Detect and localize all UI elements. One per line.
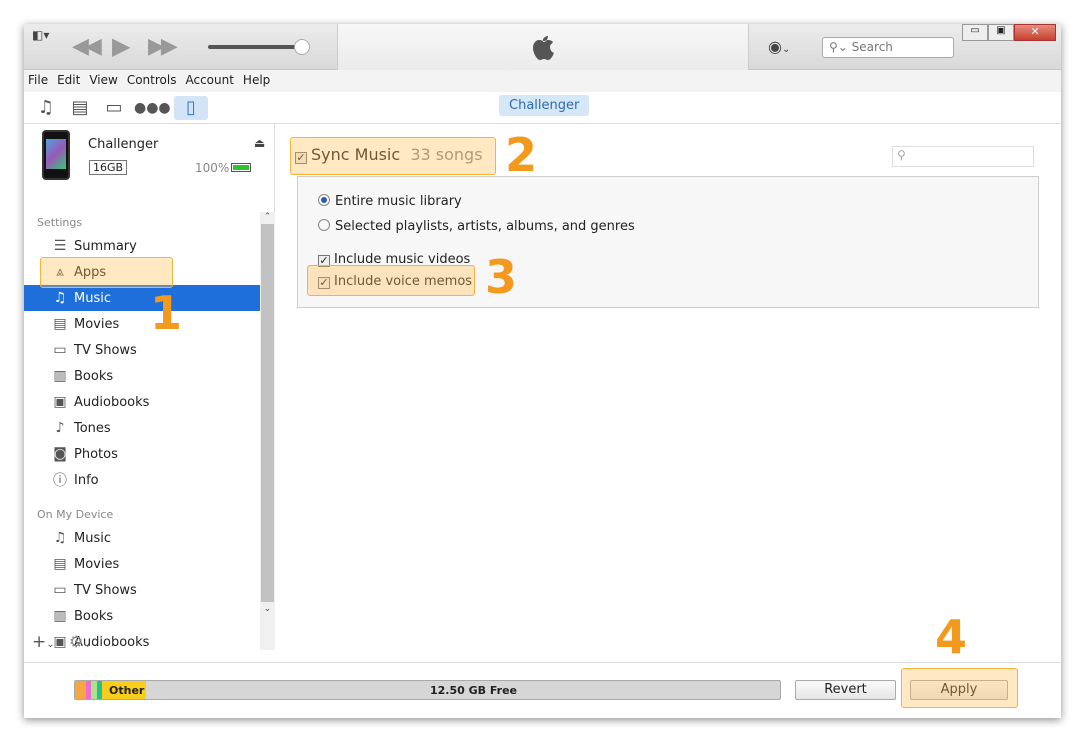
music-icon: ♫: [53, 530, 67, 546]
status-display: [337, 24, 749, 70]
search-icon: ⚲⌄: [829, 40, 848, 54]
menu-account[interactable]: Account: [181, 70, 238, 92]
sidebar-scrollbar[interactable]: ⌃ ⌄: [260, 212, 275, 650]
camera-icon: ◙: [53, 446, 67, 462]
sidebar-item-photos[interactable]: ◙ Photos: [24, 441, 260, 467]
toolbar: ♫ ▤ ▭ ●●● ▯ Challenger: [24, 92, 1061, 124]
minimize-button[interactable]: ▭: [962, 24, 988, 41]
device-icon[interactable]: ▯: [174, 96, 208, 120]
annotation-1: 1: [150, 286, 183, 340]
capacity-badge: 16GB: [89, 160, 128, 175]
revert-button[interactable]: Revert: [795, 680, 896, 700]
scrollbar-thumb[interactable]: [261, 224, 274, 602]
storage-free: 12.50 GB Free: [430, 684, 518, 697]
maximize-button[interactable]: ▣: [988, 24, 1014, 41]
tv-icon: ▭: [53, 342, 67, 358]
summary-icon: ☰: [53, 238, 67, 254]
sidebar-item-music[interactable]: ♫ Music: [24, 285, 260, 311]
film-icon: ▤: [53, 316, 67, 332]
storage-other: Other: [102, 681, 146, 699]
audiobook-icon: ▣: [53, 394, 67, 410]
sidebar-item-info[interactable]: ⓘ Info: [24, 467, 260, 493]
account-icon[interactable]: ◉⌄: [768, 37, 790, 56]
sidebar-toggle-icon[interactable]: ◧▾: [32, 28, 49, 42]
sidebar-item-tv-shows[interactable]: ▭ TV Shows: [24, 337, 260, 363]
apple-logo-icon: [533, 36, 554, 60]
volume-slider[interactable]: [208, 45, 300, 49]
settings-header: Settings: [37, 216, 83, 229]
sidebar-item-tones[interactable]: ♪ Tones: [24, 415, 260, 441]
add-button[interactable]: +⌄: [32, 632, 55, 652]
sidebar-item-movies[interactable]: ▤ Movies: [24, 311, 260, 337]
music-icon[interactable]: ♫: [34, 96, 58, 120]
device-item-movies[interactable]: ▤ Movies: [24, 551, 260, 577]
volume-knob[interactable]: [294, 39, 310, 55]
selected-items-radio[interactable]: Selected playlists, artists, albums, and…: [318, 219, 635, 234]
info-icon: ⓘ: [53, 473, 67, 489]
annotation-4: 4: [935, 610, 968, 664]
menu-help[interactable]: Help: [239, 70, 275, 92]
device-item-music[interactable]: ♫ Music: [24, 525, 260, 551]
entire-library-radio[interactable]: Entire music library: [318, 194, 462, 209]
film-icon: ▤: [53, 556, 67, 572]
gear-icon[interactable]: ⚙⌄: [69, 632, 92, 651]
content-search-input[interactable]: ⚲: [892, 146, 1034, 167]
annotation-highlight-1: [40, 257, 173, 288]
fast-forward-icon[interactable]: ▶▶: [148, 34, 178, 59]
more-icon[interactable]: ●●●: [134, 96, 171, 120]
menu-controls[interactable]: Controls: [123, 70, 182, 92]
annotation-highlight-2: [290, 137, 496, 175]
battery-percent: 100%: [195, 161, 230, 175]
itunes-window: ◧▾ ◀◀ ▶ ▶▶ ◉⌄ ⚲⌄ Search ▭ ▣ ✕ File Edit …: [24, 24, 1061, 718]
on-my-device-header: On My Device: [37, 508, 114, 521]
device-image: [42, 130, 70, 180]
device-item-books[interactable]: ▥ Books: [24, 603, 260, 629]
annotation-2: 2: [505, 128, 538, 182]
eject-icon[interactable]: ⏏: [254, 136, 265, 150]
search-icon: ⚲: [897, 148, 906, 162]
play-icon[interactable]: ▶: [112, 32, 130, 60]
sidebar-item-audiobooks[interactable]: ▣ Audiobooks: [24, 389, 260, 415]
menu-edit[interactable]: Edit: [53, 70, 85, 92]
storage-bar: Other 12.50 GB Free: [74, 680, 781, 700]
book-icon: ▥: [53, 368, 67, 384]
music-icon: ♫: [53, 290, 67, 306]
battery-icon: [231, 163, 251, 172]
book-icon: ▥: [53, 608, 67, 624]
title-bar: ◧▾ ◀◀ ▶ ▶▶ ◉⌄ ⚲⌄ Search ▭ ▣ ✕: [24, 24, 1061, 70]
menu-bar: File Edit View Controls Account Help: [24, 70, 1061, 92]
close-button[interactable]: ✕: [1014, 24, 1056, 41]
sidebar-item-books[interactable]: ▥ Books: [24, 363, 260, 389]
sidebar-item-summary[interactable]: ☰ Summary: [24, 233, 260, 259]
menu-view[interactable]: View: [85, 70, 122, 92]
tv-icon: ▭: [53, 582, 67, 598]
annotation-highlight-4: [901, 668, 1018, 708]
sidebar: Challenger ⏏ 16GB 100% Settings ☰ Summary…: [24, 124, 275, 662]
device-tab[interactable]: Challenger: [499, 95, 590, 116]
device-item-tv-shows[interactable]: ▭ TV Shows: [24, 577, 260, 603]
rewind-icon[interactable]: ◀◀: [72, 34, 102, 59]
menu-file[interactable]: File: [24, 70, 53, 92]
annotation-highlight-3: [307, 265, 475, 296]
main-content: ✓ Sync Music 33 songs ⚲ Entire music libr…: [275, 124, 1061, 662]
bell-icon: ♪: [55, 420, 65, 436]
device-name: Challenger: [88, 137, 159, 152]
film-icon[interactable]: ▤: [68, 96, 92, 120]
tv-icon[interactable]: ▭: [102, 96, 126, 120]
annotation-3: 3: [485, 250, 518, 304]
search-input[interactable]: ⚲⌄ Search: [822, 37, 954, 58]
